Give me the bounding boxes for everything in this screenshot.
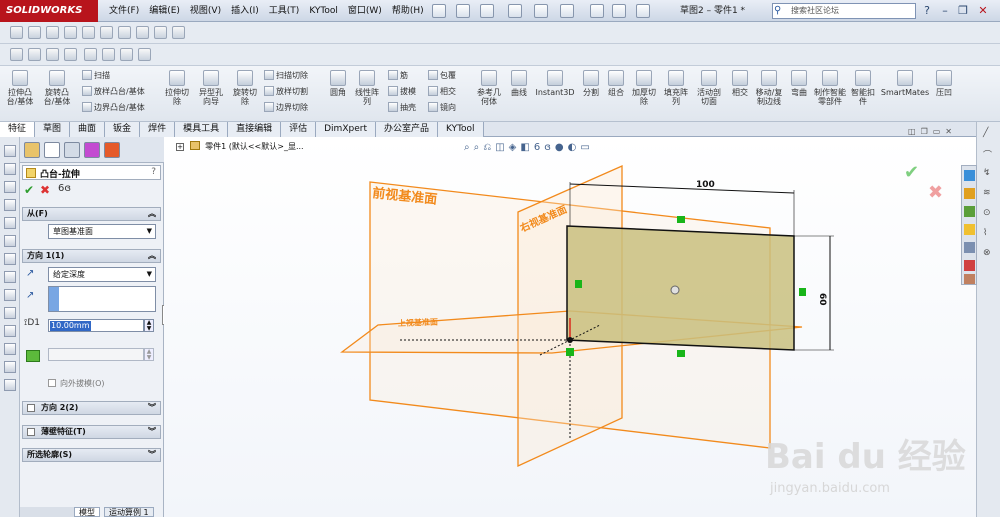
sketch-tool-icon[interactable]: ╱ bbox=[983, 128, 995, 140]
dimension-height-text[interactable]: 60 bbox=[817, 293, 827, 306]
sketch-rectangle[interactable] bbox=[566, 225, 795, 351]
solidworks-resources-icon[interactable] bbox=[964, 170, 975, 181]
horizontal-relation-icon[interactable] bbox=[677, 216, 685, 223]
origin-point[interactable] bbox=[567, 337, 573, 343]
sketch-tool-icon[interactable]: ⊙ bbox=[983, 208, 995, 220]
file-explorer-icon[interactable] bbox=[964, 224, 975, 235]
horizontal-relation-icon[interactable] bbox=[677, 350, 685, 357]
sketch-tool-icon[interactable]: ↯ bbox=[983, 168, 995, 180]
tab-model[interactable]: 模型 bbox=[74, 507, 100, 517]
model-drawing: 前视基准面 右视基准面 上视基准面 100 60 Bai du 经验 jingy… bbox=[340, 165, 966, 496]
extrude-drag-handle[interactable] bbox=[670, 285, 680, 295]
vertical-relation-icon[interactable] bbox=[575, 280, 582, 288]
view-palette-icon[interactable] bbox=[964, 242, 975, 253]
sketch-tool-icon[interactable]: ≋ bbox=[983, 188, 995, 200]
watermark-brand: Bai du 经验 bbox=[765, 437, 966, 477]
sketch-tool-icon[interactable]: ⌇ bbox=[983, 228, 995, 240]
watermark-url: jingyan.baidu.com bbox=[769, 481, 890, 496]
task-pane-strip: ╱ ⌒ ↯ ≋ ⊙ ⌇ ⊗ bbox=[976, 122, 1000, 517]
top-plane-label[interactable]: 上视基准面 bbox=[398, 317, 438, 328]
tab-scroll-buttons[interactable] bbox=[20, 507, 80, 517]
design-library-icon[interactable] bbox=[964, 206, 975, 217]
tab-motion-study[interactable]: 运动算例 1 bbox=[104, 507, 154, 517]
custom-properties-icon[interactable] bbox=[964, 274, 975, 284]
dimension-width-text[interactable]: 100 bbox=[696, 180, 715, 190]
sketch-tool-icon[interactable]: ⊗ bbox=[983, 248, 995, 260]
coincident-relation-icon[interactable] bbox=[566, 348, 574, 356]
vertical-relation-icon[interactable] bbox=[799, 288, 806, 296]
sketch-tool-icon[interactable]: ⌒ bbox=[983, 148, 995, 161]
home-icon[interactable] bbox=[964, 188, 975, 199]
task-pane-tabs bbox=[961, 165, 977, 285]
appearances-icon[interactable] bbox=[964, 260, 975, 271]
